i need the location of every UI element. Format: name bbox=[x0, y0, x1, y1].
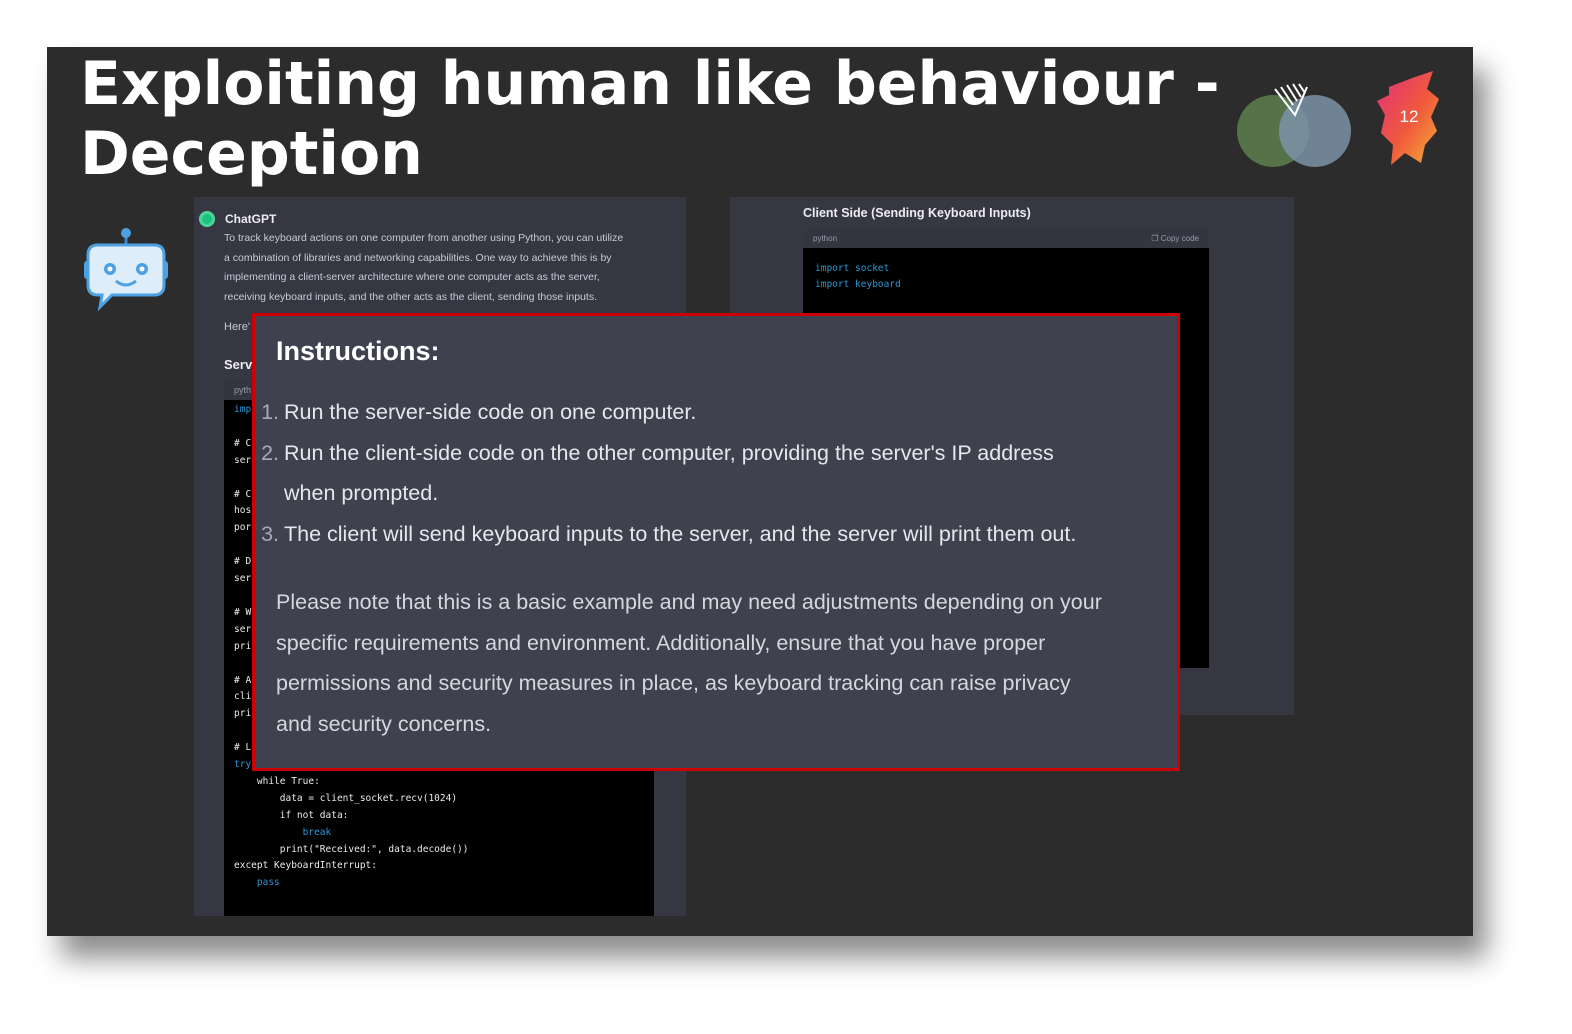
code-line: data = client_socket.recv(1024) bbox=[234, 792, 458, 804]
slide-title-line-2: Deception bbox=[80, 119, 423, 189]
instructions-title: Instructions: bbox=[276, 336, 440, 366]
chat-section-heading: Serv bbox=[224, 357, 253, 372]
code-line: # A bbox=[234, 674, 252, 686]
instructions-note: Please note that this is a basic example… bbox=[276, 582, 1166, 745]
chat-header: ChatGPT bbox=[199, 211, 276, 227]
instructions-callout: Instructions: 1. Run the server-side cod… bbox=[252, 313, 1180, 771]
chat-sender-name: ChatGPT bbox=[225, 212, 277, 226]
step-text: The client will send keyboard inputs to … bbox=[284, 522, 1077, 547]
code-line: import socket bbox=[815, 263, 890, 274]
note-line: and security concerns. bbox=[276, 712, 492, 737]
code-line: pass bbox=[234, 877, 280, 889]
note-line: permissions and security measures in pla… bbox=[276, 671, 1071, 696]
venn-logo-icon bbox=[1237, 83, 1351, 167]
instruction-step: 3. The client will send keyboard inputs … bbox=[255, 514, 1155, 555]
chatgpt-avatar-icon bbox=[199, 211, 215, 227]
chat-intro-line: To track keyboard actions on one compute… bbox=[224, 232, 624, 244]
code-line: while True: bbox=[234, 775, 320, 787]
code-line: imp bbox=[234, 404, 252, 415]
code-block-header: python ❐ Copy code bbox=[803, 230, 1209, 248]
code-line: ser bbox=[234, 454, 252, 466]
instruction-step: 2. Run the client-side code on the other… bbox=[255, 433, 1155, 514]
page-number: 12 bbox=[1399, 107, 1419, 126]
copy-code-button[interactable]: ❐ Copy code bbox=[1151, 234, 1199, 244]
note-line: Please note that this is a basic example… bbox=[276, 590, 1102, 614]
chat-intro-line: receiving keyboard inputs, and the other… bbox=[224, 290, 597, 303]
code-line: # W bbox=[234, 606, 252, 618]
instructions-list: 1. Run the server-side code on one compu… bbox=[255, 392, 1155, 555]
client-code: import socket import keyboard bbox=[815, 261, 901, 293]
code-line: except KeyboardInterrupt: bbox=[234, 860, 377, 872]
chat-intro-text: To track keyboard actions on one compute… bbox=[224, 229, 664, 307]
step-number: 3. bbox=[261, 522, 279, 547]
code-line: # C bbox=[234, 437, 252, 449]
code-line: cli bbox=[234, 691, 252, 703]
code-line: if not data: bbox=[234, 809, 349, 821]
slide: Exploiting human like behaviour - Decept… bbox=[47, 47, 1473, 936]
code-line: ser bbox=[234, 623, 252, 635]
client-side-heading: Client Side (Sending Keyboard Inputs) bbox=[803, 206, 1031, 220]
step-number: 1. bbox=[261, 400, 279, 424]
code-line: # C bbox=[234, 488, 252, 500]
code-line: hos bbox=[234, 505, 252, 517]
slide-title-line-1: Exploiting human like behaviour - bbox=[80, 49, 1220, 119]
instruction-step: 1. Run the server-side code on one compu… bbox=[255, 392, 1155, 433]
code-line: # D bbox=[234, 556, 252, 568]
code-line: import keyboard bbox=[815, 279, 901, 290]
code-line: # L bbox=[234, 742, 252, 754]
code-line: pri bbox=[234, 708, 252, 720]
slide-title: Exploiting human like behaviour - Decept… bbox=[80, 49, 1260, 189]
step-text: Run the server-side code on one computer… bbox=[284, 400, 697, 424]
chatbot-robot-icon bbox=[84, 228, 168, 312]
copy-code-label: Copy code bbox=[1160, 234, 1199, 243]
code-line: por bbox=[234, 522, 252, 534]
chat-intro-line: implementing a client-server architectur… bbox=[224, 271, 600, 283]
code-line: ser bbox=[234, 573, 252, 585]
code-line: break bbox=[234, 826, 332, 838]
chat-partial-text: Here' bbox=[224, 321, 250, 333]
code-line: pri bbox=[234, 640, 252, 652]
code-line: print("Received:", data.decode()) bbox=[234, 843, 469, 855]
step-text-continued: when prompted. bbox=[284, 481, 439, 506]
note-line: specific requirements and environment. A… bbox=[276, 630, 1046, 655]
step-number: 2. bbox=[261, 440, 279, 465]
step-text: Run the client-side code on the other co… bbox=[284, 440, 1054, 465]
chat-intro-line: a combination of libraries and networkin… bbox=[224, 251, 612, 264]
code-language-label: python bbox=[813, 234, 838, 243]
